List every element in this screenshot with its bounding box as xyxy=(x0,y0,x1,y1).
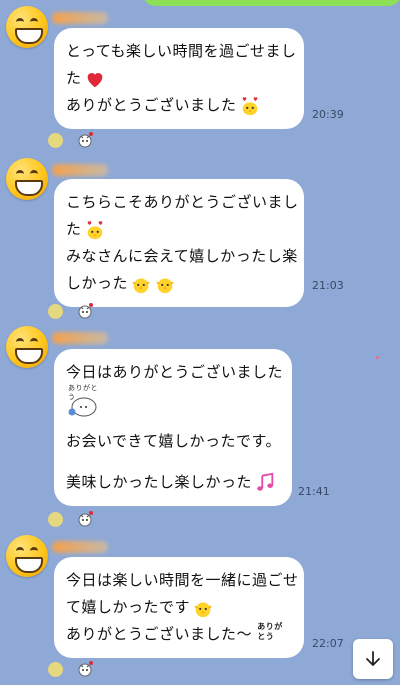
message-time: 20:39 xyxy=(312,108,344,121)
message-line: お会いできて嬉しかったです。 xyxy=(66,432,282,450)
message-line: 美味しかったし楽しかった xyxy=(66,473,253,491)
message-line: こちらこそありがとうございまし xyxy=(66,193,299,211)
arrow-down-icon xyxy=(366,651,380,666)
sender-name-blurred xyxy=(52,332,108,344)
chick-emoji-icon xyxy=(194,602,212,617)
chick-emoji-icon xyxy=(132,278,150,293)
message-line: た xyxy=(66,220,82,238)
message-line: 今日はありがとうございました xyxy=(66,363,284,381)
message-line: ありがとうございました xyxy=(66,96,237,114)
message-time: 21:03 xyxy=(312,279,344,292)
sent-message-bubble-partial[interactable] xyxy=(142,0,400,6)
music-note-emoji-icon xyxy=(257,472,274,491)
sender-avatar[interactable] xyxy=(6,6,48,48)
scroll-down-button[interactable] xyxy=(353,639,393,679)
message-time: 22:07 xyxy=(312,637,344,650)
smile-reaction-icon xyxy=(48,662,63,677)
message-bubble[interactable]: 今日は楽しい時間を一緒に過ごせ て嬉しかったです ありがとうございました〜 あり… xyxy=(54,557,304,658)
sender-avatar[interactable] xyxy=(6,326,48,368)
smile-reaction-icon xyxy=(48,133,63,148)
character-reaction-icon xyxy=(78,132,93,148)
character-reaction-icon xyxy=(78,511,93,527)
smile-reaction-icon xyxy=(48,512,63,527)
message-line: とっても楽しい時間を過ごせまし xyxy=(66,42,297,60)
chick-heart-emoji-icon xyxy=(242,96,257,115)
message-bubble[interactable]: 今日はありがとうございました ありがとう お会いできて嬉しかったです。 美味しか… xyxy=(54,349,292,506)
sender-name-blurred xyxy=(52,541,108,553)
sender-avatar[interactable] xyxy=(6,535,48,577)
character-reaction-icon xyxy=(78,303,93,319)
chick-heart-emoji-icon xyxy=(87,220,102,239)
red-heart-emoji-icon xyxy=(87,72,102,87)
arigatou-sticker: ありが とう xyxy=(257,622,287,648)
sender-avatar[interactable] xyxy=(6,158,48,200)
smile-reaction-icon xyxy=(48,304,63,319)
arigatou-sticker: ありがとう xyxy=(66,384,100,420)
message-line: た xyxy=(66,69,82,87)
message-line: しかった xyxy=(66,274,129,292)
message-time: 21:41 xyxy=(298,485,330,498)
sticker-text: ありが とう xyxy=(257,621,283,641)
sender-name-blurred xyxy=(52,164,108,176)
chick-emoji-icon xyxy=(156,278,174,293)
message-line: ありがとうございました〜 xyxy=(66,625,253,643)
message-bubble[interactable]: こちらこそありがとうございまし た みなさんに会えて嬉しかったし楽 しかった xyxy=(54,179,304,307)
sender-name-blurred xyxy=(52,12,108,24)
sticker-text: ありがとう xyxy=(68,384,98,401)
message-line: 今日は楽しい時間を一緒に過ごせ xyxy=(66,571,299,589)
message-line: て嬉しかったです xyxy=(66,598,191,616)
decor-dot xyxy=(376,356,379,359)
character-reaction-icon xyxy=(78,661,93,677)
message-line: みなさんに会えて嬉しかったし楽 xyxy=(66,247,298,265)
message-bubble[interactable]: とっても楽しい時間を過ごせまし た ありがとうございました xyxy=(54,28,304,129)
